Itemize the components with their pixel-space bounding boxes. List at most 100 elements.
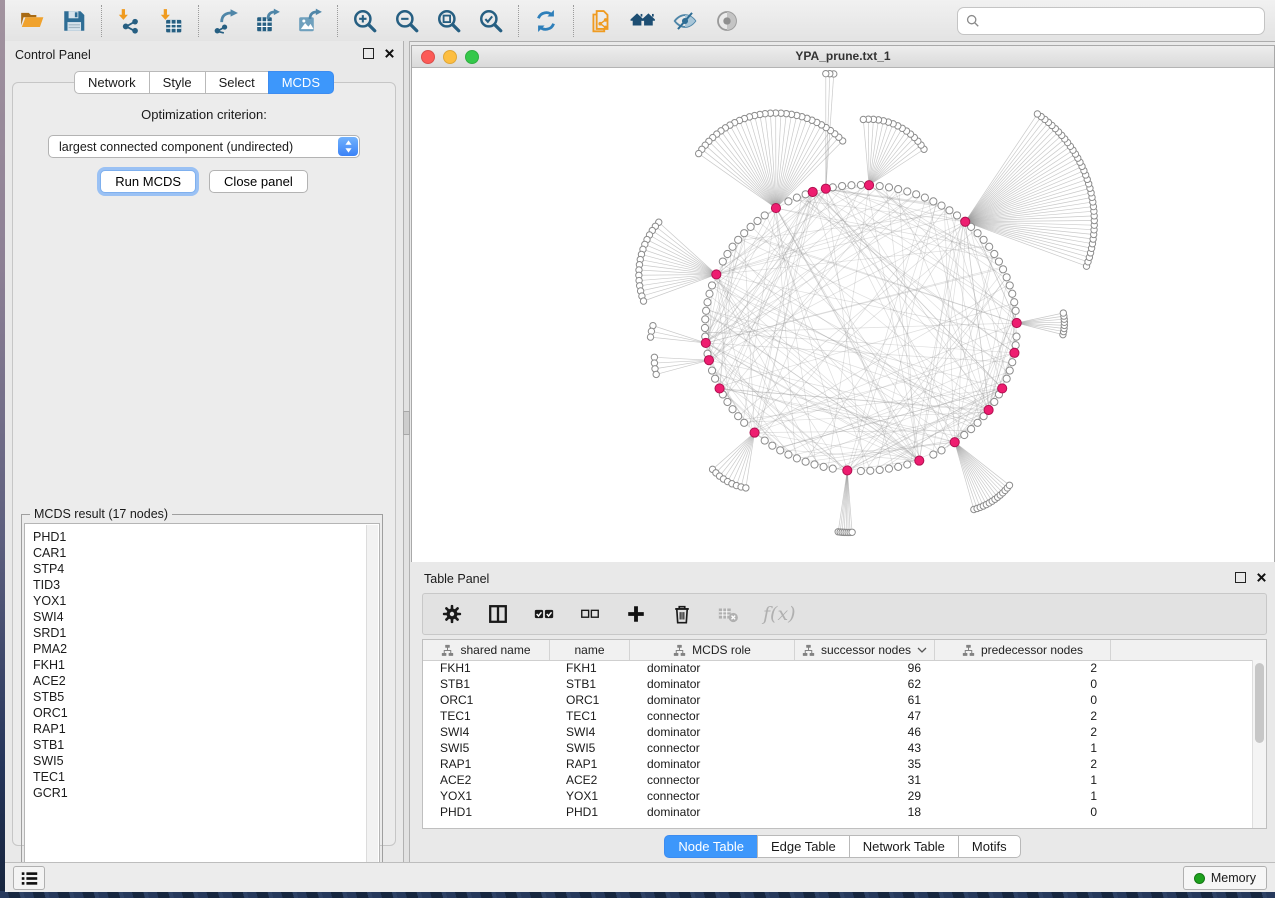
close-window-icon[interactable] <box>421 50 435 64</box>
table-cell: 35 <box>795 756 935 772</box>
table-panel-title: Table Panel <box>424 572 489 586</box>
tab-edge-table[interactable]: Edge Table <box>757 835 850 858</box>
show-eye-icon[interactable] <box>714 8 740 34</box>
save-icon[interactable] <box>61 8 87 34</box>
show-column-icon[interactable] <box>487 603 509 625</box>
mcds-result-item[interactable]: STB1 <box>33 737 379 753</box>
export-network-icon[interactable] <box>213 8 239 34</box>
tab-select[interactable]: Select <box>205 71 269 94</box>
function-builder-icon[interactable]: f(x) <box>763 603 796 625</box>
refresh-icon[interactable] <box>533 8 559 34</box>
tab-network-table[interactable]: Network Table <box>849 835 959 858</box>
hide-eye-icon[interactable] <box>672 8 698 34</box>
search-input[interactable] <box>986 12 1256 29</box>
mcds-result-item[interactable]: SWI4 <box>33 609 379 625</box>
import-network-icon[interactable] <box>116 8 142 34</box>
add-row-icon[interactable] <box>625 603 647 625</box>
column-header-mcds-role[interactable]: MCDS role <box>630 640 795 660</box>
mcds-list-scrollbar[interactable] <box>366 525 378 880</box>
tab-motifs[interactable]: Motifs <box>958 835 1021 858</box>
column-header-successor-nodes[interactable]: successor nodes <box>795 640 935 660</box>
table-cell: 29 <box>795 788 935 804</box>
float-window-icon[interactable] <box>363 48 374 59</box>
import-table-icon[interactable] <box>158 8 184 34</box>
close-panel-icon[interactable] <box>384 48 395 59</box>
table-scrollbar[interactable] <box>1252 660 1266 828</box>
unselect-all-icon[interactable] <box>579 603 601 625</box>
run-mcds-button[interactable]: Run MCDS <box>100 170 196 193</box>
tab-style[interactable]: Style <box>149 71 206 94</box>
table-row[interactable]: SWI5SWI5connector431 <box>423 740 1266 756</box>
mcds-result-item[interactable]: TID3 <box>33 577 379 593</box>
select-all-icon[interactable] <box>533 603 555 625</box>
delete-table-icon[interactable] <box>717 603 739 625</box>
table-row[interactable]: TEC1TEC1connector472 <box>423 708 1266 724</box>
tab-node-table[interactable]: Node Table <box>664 835 758 858</box>
zoom-fit-icon[interactable] <box>436 8 462 34</box>
mcds-result-item[interactable]: GCR1 <box>33 785 379 801</box>
table-cell: YOX1 <box>423 788 550 804</box>
mcds-result-list[interactable]: PHD1CAR1STP4TID3YOX1SWI4SRD1PMA2FKH1ACE2… <box>24 523 380 882</box>
table-cell: 1 <box>935 788 1111 804</box>
table-body: FKH1FKH1dominator962STB1STB1dominator620… <box>423 660 1266 828</box>
table-cell: ACE2 <box>423 772 550 788</box>
settings-gear-icon[interactable] <box>441 603 463 625</box>
zoom-out-icon[interactable] <box>394 8 420 34</box>
table-row[interactable]: SWI4SWI4dominator462 <box>423 724 1266 740</box>
mcds-result-item[interactable]: CAR1 <box>33 545 379 561</box>
column-header-predecessor-nodes[interactable]: predecessor nodes <box>935 640 1111 660</box>
zoom-in-icon[interactable] <box>352 8 378 34</box>
mcds-result-item[interactable]: SWI5 <box>33 753 379 769</box>
open-file-icon[interactable] <box>19 8 45 34</box>
export-table-icon[interactable] <box>255 8 281 34</box>
column-header-name[interactable]: name <box>550 640 630 660</box>
table-row[interactable]: RAP1RAP1dominator352 <box>423 756 1266 772</box>
table-row[interactable]: YOX1YOX1connector291 <box>423 788 1266 804</box>
ndex-houses-icon[interactable] <box>630 8 656 34</box>
share-document-icon[interactable] <box>588 8 614 34</box>
memory-button[interactable]: Memory <box>1183 866 1267 890</box>
criterion-dropdown[interactable]: largest connected component (undirected) <box>48 135 360 158</box>
close-panel-button[interactable]: Close panel <box>209 170 308 193</box>
tab-mcds[interactable]: MCDS <box>268 71 334 94</box>
export-image-icon[interactable] <box>297 8 323 34</box>
delete-row-icon[interactable] <box>671 603 693 625</box>
splitter-grip[interactable] <box>403 411 410 435</box>
column-header-shared-name[interactable]: shared name <box>423 640 550 660</box>
search-field[interactable] <box>957 7 1265 35</box>
mcds-result-item[interactable]: SRD1 <box>33 625 379 641</box>
table-cell: PHD1 <box>550 804 630 820</box>
mcds-result-item[interactable]: STB5 <box>33 689 379 705</box>
network-window-titlebar[interactable]: YPA_prune.txt_1 <box>412 46 1274 68</box>
task-history-button[interactable] <box>13 866 45 890</box>
maximize-window-icon[interactable] <box>465 50 479 64</box>
table-row[interactable]: ACE2ACE2connector311 <box>423 772 1266 788</box>
zoom-selected-icon[interactable] <box>478 8 504 34</box>
mcds-result-item[interactable]: STP4 <box>33 561 379 577</box>
table-cell: FKH1 <box>423 660 550 676</box>
table-row[interactable]: ORC1ORC1dominator610 <box>423 692 1266 708</box>
table-row[interactable]: FKH1FKH1dominator962 <box>423 660 1266 676</box>
table-cell: ACE2 <box>550 772 630 788</box>
minimize-window-icon[interactable] <box>443 50 457 64</box>
mcds-result-item[interactable]: FKH1 <box>33 657 379 673</box>
vertical-splitter[interactable] <box>403 41 410 863</box>
close-panel-icon[interactable] <box>1256 572 1267 583</box>
mcds-result-item[interactable]: ORC1 <box>33 705 379 721</box>
mcds-result-item[interactable]: RAP1 <box>33 721 379 737</box>
tab-network[interactable]: Network <box>74 71 150 94</box>
scrollbar-thumb[interactable] <box>1255 663 1264 743</box>
mcds-result-item[interactable]: PMA2 <box>33 641 379 657</box>
network-canvas[interactable] <box>412 67 1274 562</box>
search-icon <box>966 14 980 28</box>
table-row[interactable]: PHD1PHD1dominator180 <box>423 804 1266 820</box>
list-icon <box>21 871 38 886</box>
mcds-result-item[interactable]: ACE2 <box>33 673 379 689</box>
mcds-result-item[interactable]: PHD1 <box>33 529 379 545</box>
float-window-icon[interactable] <box>1235 572 1246 583</box>
table-cell: 2 <box>935 708 1111 724</box>
mcds-result-item[interactable]: TEC1 <box>33 769 379 785</box>
mcds-result-item[interactable]: YOX1 <box>33 593 379 609</box>
table-row[interactable]: STB1STB1dominator620 <box>423 676 1266 692</box>
table-cell: 18 <box>795 804 935 820</box>
